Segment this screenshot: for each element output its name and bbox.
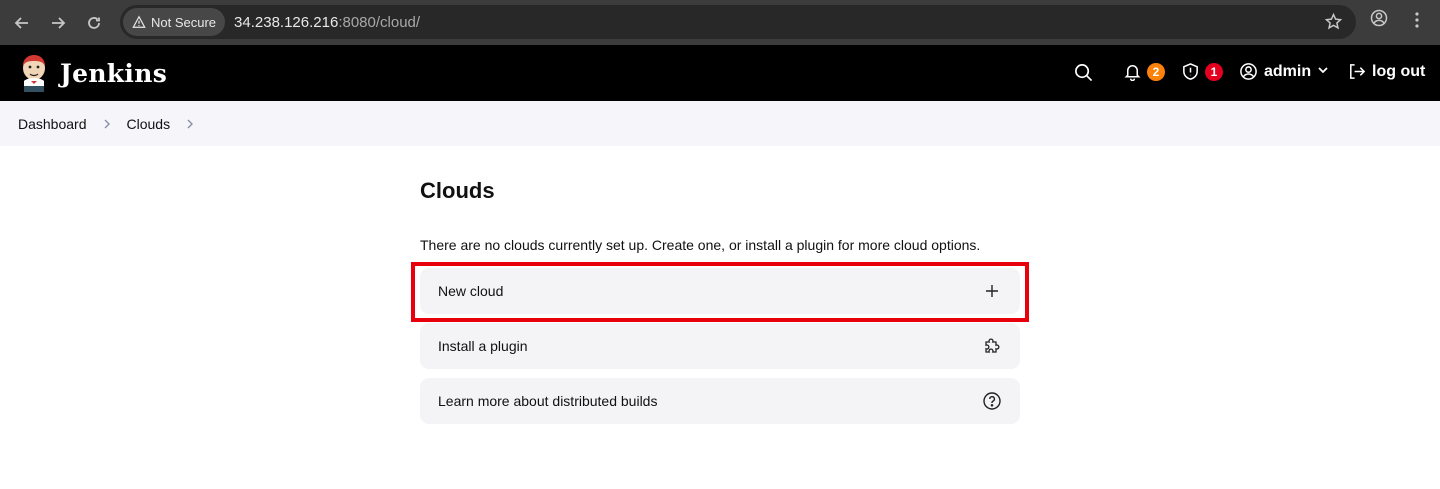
shield-icon — [1183, 63, 1198, 80]
user-circle-icon — [1240, 63, 1257, 80]
user-menu-button[interactable]: admin — [1239, 62, 1329, 81]
breadcrumb-item-dashboard[interactable]: Dashboard — [18, 116, 87, 132]
help-circle-icon — [983, 392, 1001, 410]
breadcrumb-item-clouds[interactable]: Clouds — [127, 116, 171, 132]
security-alerts-button[interactable]: 1 — [1181, 62, 1223, 81]
warning-triangle-icon — [132, 15, 146, 28]
chevron-right-icon[interactable] — [101, 118, 113, 130]
browser-toolbar: Not Secure 34.238.126.216:8080/cloud/ — [0, 0, 1440, 45]
search-button[interactable] — [1074, 63, 1093, 82]
bookmark-button[interactable] — [1324, 12, 1343, 35]
bell-icon — [1124, 65, 1141, 81]
security-badge: 1 — [1205, 62, 1223, 81]
jenkins-home-link[interactable]: Jenkins — [18, 54, 167, 92]
url-text[interactable]: 34.238.126.216:8080/cloud/ — [234, 14, 420, 31]
learn-distributed-builds-link[interactable]: Learn more about distributed builds — [420, 378, 1020, 424]
star-icon — [1324, 12, 1343, 30]
reload-button[interactable] — [76, 5, 112, 41]
user-name: admin — [1264, 62, 1312, 80]
back-button[interactable] — [4, 5, 40, 41]
reload-icon — [88, 16, 100, 29]
url-host: 34.238.126.216 — [234, 13, 339, 31]
chevron-down-icon — [1317, 63, 1329, 81]
empty-state-description: There are no clouds currently set up. Cr… — [420, 237, 981, 253]
logout-link[interactable]: log out — [1347, 62, 1425, 81]
breadcrumb: Dashboard Clouds — [0, 101, 1440, 146]
account-circle-icon — [1370, 9, 1388, 27]
highlight-annotation-box — [411, 262, 1029, 322]
chevron-right-icon[interactable] — [184, 118, 196, 130]
page-title: Clouds — [420, 178, 495, 203]
kebab-menu-icon — [1415, 12, 1419, 28]
notifications-badge: 2 — [1147, 62, 1165, 81]
logout-icon — [1350, 64, 1366, 79]
arrow-left-icon — [14, 16, 28, 29]
security-label: Not Secure — [151, 14, 217, 30]
notifications-button[interactable]: 2 — [1123, 62, 1165, 81]
jenkins-brand-text: Jenkins — [60, 58, 168, 88]
search-icon — [1075, 64, 1093, 82]
install-plugin-button[interactable]: Install a plugin — [420, 323, 1020, 369]
arrow-right-icon — [52, 16, 66, 29]
forward-button[interactable] — [40, 5, 76, 41]
browser-menu-button[interactable] — [1408, 11, 1426, 34]
address-bar[interactable]: Not Secure 34.238.126.216:8080/cloud/ — [120, 5, 1356, 39]
browser-profile-button[interactable] — [1370, 9, 1388, 32]
puzzle-icon — [985, 338, 1000, 353]
url-path: :8080/cloud/ — [338, 13, 421, 31]
logout-label: log out — [1372, 62, 1426, 80]
security-chip[interactable]: Not Secure — [123, 8, 226, 36]
jenkins-header: Jenkins 2 1 admin log out — [0, 45, 1440, 101]
learn-distributed-builds-label: Learn more about distributed builds — [438, 393, 658, 409]
install-plugin-label: Install a plugin — [438, 338, 528, 354]
jenkins-butler-logo-icon — [23, 55, 45, 92]
